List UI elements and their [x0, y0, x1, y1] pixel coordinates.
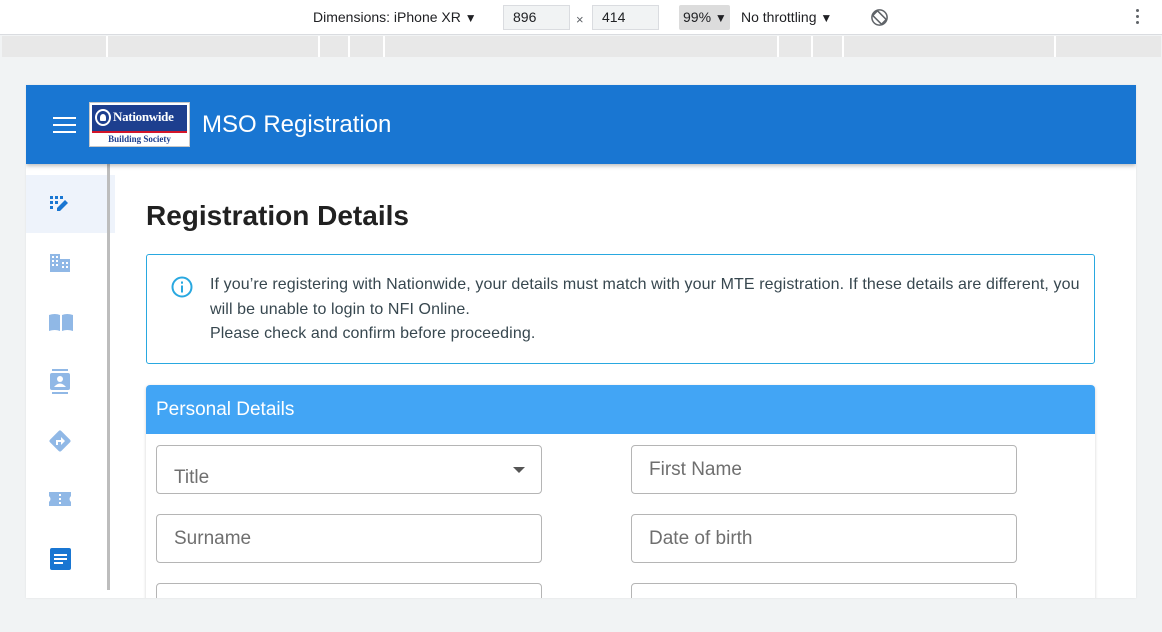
personal-details-card: Personal Details Title First Name Surnam…	[146, 385, 1095, 598]
title-placeholder: Title	[174, 467, 210, 488]
book-icon	[49, 314, 73, 331]
info-line: Please check and confirm before proceedi…	[210, 325, 536, 342]
sidebar-item-directions[interactable]	[26, 411, 115, 469]
document-icon	[50, 548, 71, 570]
first-name-placeholder: First Name	[649, 459, 742, 480]
info-message: If you’re registering with Nationwide, y…	[210, 273, 1080, 347]
surname-input[interactable]: Surname	[156, 514, 542, 563]
chevron-down-icon: ▼	[820, 11, 833, 25]
logo-banner: Nationwide	[92, 105, 187, 131]
more-options-icon[interactable]	[1136, 9, 1140, 26]
logo-name: Nationwide	[113, 109, 174, 124]
page-title: Registration Details	[146, 200, 409, 231]
first-name-input[interactable]: First Name	[631, 445, 1017, 494]
building-icon	[50, 254, 70, 272]
info-alert: If you’re registering with Nationwide, y…	[146, 254, 1095, 364]
sidebar-item-contacts[interactable]	[26, 352, 115, 410]
directions-icon	[49, 430, 71, 452]
sidebar-item-documents[interactable]	[26, 529, 115, 587]
height-input[interactable]: 414	[592, 5, 659, 30]
rotate-icon[interactable]	[870, 8, 889, 27]
chevron-down-icon: ▼	[714, 11, 727, 25]
sidebar-item-guide[interactable]	[26, 293, 115, 351]
sidebar-item-registration[interactable]	[26, 175, 115, 233]
logo-stripe	[92, 131, 187, 133]
dob-placeholder: Date of birth	[649, 528, 753, 549]
sidebar	[26, 164, 115, 598]
title-select[interactable]: Title	[156, 445, 542, 494]
logo-emblem-icon	[95, 109, 111, 126]
device-viewport: Nationwide Building Society MSO Registra…	[26, 85, 1136, 598]
sidebar-item-company[interactable]	[26, 234, 115, 292]
surname-placeholder: Surname	[174, 528, 252, 549]
sidebar-divider	[107, 164, 110, 590]
form-field[interactable]	[631, 583, 1017, 598]
chevron-down-icon: ▼	[464, 11, 477, 25]
media-query-bar[interactable]	[2, 36, 1161, 57]
date-of-birth-input[interactable]: Date of birth	[631, 514, 1017, 563]
card-header: Personal Details	[146, 385, 1095, 434]
menu-icon[interactable]	[53, 117, 76, 133]
throttling-label: No throttling	[741, 9, 817, 25]
nationwide-logo[interactable]: Nationwide Building Society	[89, 102, 190, 147]
throttling-dropdown[interactable]: No throttling ▼	[741, 0, 832, 35]
form-field[interactable]	[156, 583, 542, 598]
zoom-value: 99%	[683, 9, 712, 25]
logo-subtitle: Building Society	[108, 134, 171, 144]
app-bar: Nationwide Building Society MSO Registra…	[26, 85, 1136, 164]
ticket-icon	[49, 492, 71, 506]
times-symbol: ×	[576, 12, 584, 27]
info-icon	[171, 276, 193, 298]
app-title: MSO Registration	[202, 111, 392, 138]
devtools-device-toolbar: Dimensions: iPhone XR ▼ 896 × 414 99% ▼ …	[0, 0, 1162, 35]
zoom-dropdown[interactable]: 99% ▼	[679, 5, 730, 30]
edit-list-icon	[50, 196, 68, 211]
info-line: If you’re registering with Nationwide, y…	[210, 276, 1080, 318]
card-title: Personal Details	[156, 399, 295, 420]
sidebar-item-tickets[interactable]	[26, 470, 115, 528]
dimensions-dropdown[interactable]: Dimensions: iPhone XR ▼	[313, 0, 477, 35]
chevron-down-icon	[513, 467, 525, 473]
width-input[interactable]: 896	[503, 5, 570, 30]
contact-card-icon	[50, 369, 70, 394]
dimensions-label: Dimensions: iPhone XR	[313, 9, 461, 25]
